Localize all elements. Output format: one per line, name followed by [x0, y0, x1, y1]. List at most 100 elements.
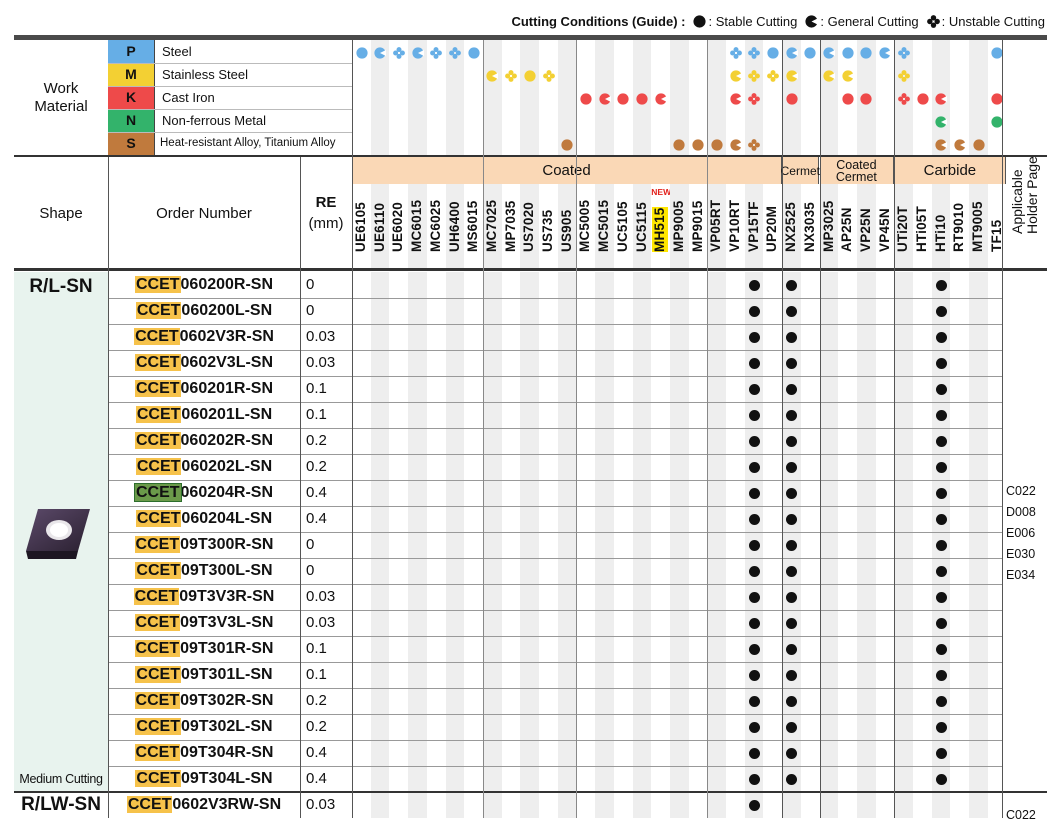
- grade-name: US735: [540, 209, 555, 252]
- condition-mark-m-mp3025: [823, 69, 835, 82]
- order-number-ccet09t300l-sn[interactable]: CCET09T300L-SN: [108, 558, 300, 584]
- condition-mark-p-ue6020: [392, 46, 405, 59]
- order-number-ccet09t301r-sn[interactable]: CCET09T301R-SN: [108, 636, 300, 662]
- material-letter: N: [108, 109, 155, 132]
- re-value: 0.03: [306, 588, 336, 605]
- grade-label-mp9005: MP9005: [670, 186, 688, 268]
- re-value: 0.2: [306, 432, 327, 449]
- condition-mark-k-vp25n: [860, 92, 872, 105]
- order-number-ccet060204r-sn[interactable]: CCET060204R-SN: [108, 480, 300, 506]
- grade-stripe: [819, 272, 839, 818]
- holder-page-c022[interactable]: C022: [1006, 808, 1036, 822]
- material-name: Stainless Steel: [162, 67, 248, 82]
- order-suffix: 060200R-SN: [180, 276, 274, 293]
- order-number-ccet09t301l-sn[interactable]: CCET09T301L-SN: [108, 662, 300, 688]
- order-number-ccet09t302l-sn[interactable]: CCET09T302L-SN: [108, 714, 300, 740]
- condition-mark-p-nx3035: [804, 46, 816, 59]
- grade-label-mc6025: MC6025: [427, 186, 445, 268]
- stock-dot: [935, 462, 947, 473]
- work-material-label: Work Material: [34, 79, 88, 115]
- grade-label-nx2525: NX2525: [782, 186, 800, 268]
- order-number-ccet0602v3rw-sn[interactable]: CCET0602V3RW-SN: [108, 792, 300, 818]
- condition-mark-m-nx2525: [785, 69, 798, 82]
- condition-mark-m-uti20t: [897, 69, 910, 82]
- grade-stripe: [969, 272, 988, 818]
- grade-name: VP05RT: [708, 199, 724, 252]
- grade-label-ap25n: AP25N: [838, 186, 856, 268]
- shape-label-r-lw-sn: R/LW-SN: [21, 794, 101, 815]
- order-number-ccet060200r-sn[interactable]: CCET060200R-SN: [108, 272, 300, 298]
- grade-name: US7020: [521, 202, 537, 252]
- medium-cutting-caption: Medium Cutting: [19, 772, 103, 786]
- order-number-ccet060204l-sn[interactable]: CCET060204L-SN: [108, 506, 300, 532]
- grade-group-coated: Coated: [352, 157, 783, 184]
- grade-name: VP10RT: [727, 199, 742, 252]
- re-value: 0.2: [306, 458, 327, 475]
- order-number-ccet0602v3l-sn[interactable]: CCET0602V3L-SN: [108, 350, 300, 376]
- stock-dot: [935, 384, 947, 395]
- condition-mark-k-uti20t: [897, 92, 910, 105]
- order-suffix: 09T3V3R-SN: [179, 588, 275, 605]
- grade-name: MP3025: [820, 200, 836, 252]
- section-divider: [14, 791, 1047, 793]
- holder-page-c022[interactable]: C022: [1006, 484, 1036, 498]
- material-name: Cast Iron: [162, 90, 215, 105]
- grade-name: MC7025: [483, 199, 499, 252]
- grade-stripe: [557, 272, 577, 818]
- grade-name: MP9005: [670, 200, 686, 252]
- grade-stripe: [370, 272, 390, 818]
- grade-label-us735: US735: [539, 186, 557, 268]
- order-prefix: CCET: [133, 483, 182, 502]
- cutting-conditions-legend: Cutting Conditions (Guide) :: Stable Cut…: [511, 14, 1045, 29]
- order-number-ccet0602v3r-sn[interactable]: CCET0602V3R-SN: [108, 324, 300, 350]
- stock-dot: [935, 696, 947, 707]
- material-divider: [108, 132, 352, 133]
- re-value: 0.03: [306, 796, 336, 813]
- grade-name: VP15TF: [745, 201, 761, 252]
- grade-stripe: [894, 272, 913, 818]
- order-number-ccet060201r-sn[interactable]: CCET060201R-SN: [108, 376, 300, 402]
- stock-dot: [935, 514, 947, 525]
- rule-group: [820, 40, 821, 818]
- grade-label-uc5105: UC5105: [614, 186, 632, 268]
- holder-page-e034[interactable]: E034: [1006, 568, 1035, 582]
- rule-subgroup: [576, 40, 577, 818]
- order-number-ccet060202l-sn[interactable]: CCET060202L-SN: [108, 454, 300, 480]
- condition-mark-s-vp05rt: [711, 138, 723, 151]
- condition-mark-p-vp10rt: [729, 46, 742, 59]
- catalog-page: Cutting Conditions (Guide) :: Stable Cut…: [0, 0, 1047, 822]
- order-number-ccet060202r-sn[interactable]: CCET060202R-SN: [108, 428, 300, 454]
- order-number-ccet09t304l-sn[interactable]: CCET09T304L-SN: [108, 766, 300, 792]
- order-suffix: 060201R-SN: [180, 380, 274, 397]
- order-number-ccet09t302r-sn[interactable]: CCET09T302R-SN: [108, 688, 300, 714]
- order-number-ccet09t3v3l-sn[interactable]: CCET09T3V3L-SN: [108, 610, 300, 636]
- stock-dot: [748, 618, 760, 629]
- grade-name: AP25N: [839, 207, 855, 252]
- grade-stripe: [632, 272, 652, 818]
- order-suffix: 0602V3RW-SN: [172, 796, 282, 813]
- material-row-s: S Heat-resistant Alloy, Titanium Alloy: [108, 132, 352, 155]
- re-value: 0: [306, 276, 315, 293]
- holder-page-e030[interactable]: E030: [1006, 547, 1035, 561]
- order-number-ccet09t3v3r-sn[interactable]: CCET09T3V3R-SN: [108, 584, 300, 610]
- grade-label-mc7025: MC7025: [483, 186, 501, 268]
- rule-group: [894, 40, 895, 818]
- grade-label-ue6110: UE6110: [371, 186, 389, 268]
- order-number-ccet09t304r-sn[interactable]: CCET09T304R-SN: [108, 740, 300, 766]
- re-value: 0.1: [306, 406, 327, 423]
- grade-name: HTi10: [932, 214, 948, 252]
- order-prefix: CCET: [134, 276, 181, 293]
- holder-page-e006[interactable]: E006: [1006, 526, 1035, 540]
- holder-page-d008[interactable]: D008: [1006, 505, 1036, 519]
- unstable-cutting-icon: [926, 15, 940, 28]
- stock-dot: [935, 358, 947, 369]
- order-number-ccet060201l-sn[interactable]: CCET060201L-SN: [108, 402, 300, 428]
- order-number-ccet060200l-sn[interactable]: CCET060200L-SN: [108, 298, 300, 324]
- condition-mark-p-up20m: [767, 46, 779, 59]
- condition-mark-m-vp10rt: [729, 69, 742, 82]
- order-number-ccet09t300r-sn[interactable]: CCET09T300R-SN: [108, 532, 300, 558]
- re-value: 0.2: [306, 718, 327, 735]
- grade-label-vp15tf: VP15TF: [745, 186, 763, 268]
- grade-name: MT9005: [970, 201, 986, 252]
- grade-stripe: [856, 272, 876, 818]
